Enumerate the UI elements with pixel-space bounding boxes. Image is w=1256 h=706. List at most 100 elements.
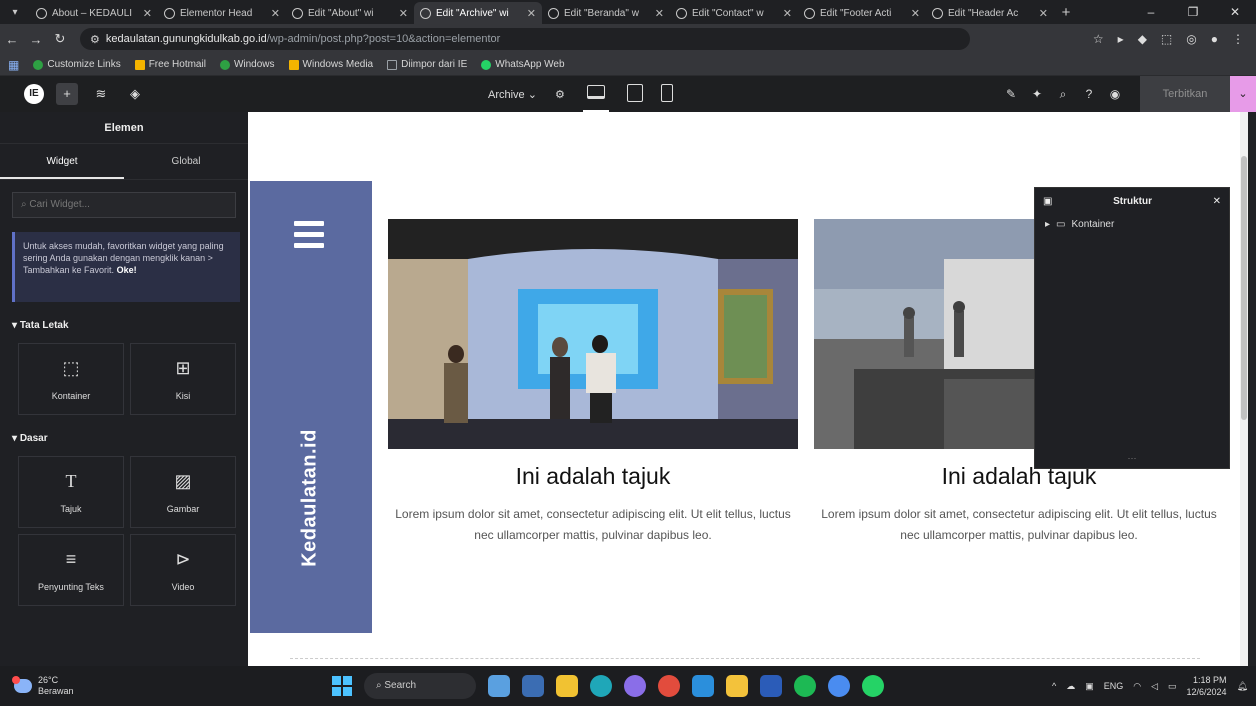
tablet-view-icon[interactable] (626, 83, 643, 105)
browser-tab[interactable]: Edit "About" wi ✕ (286, 2, 414, 24)
close-icon[interactable]: ✕ (1213, 196, 1221, 207)
clock[interactable]: 1:18 PM 12/6/2024 (1187, 674, 1227, 698)
desktop-view-icon[interactable] (582, 77, 609, 112)
close-tab-icon[interactable]: ✕ (783, 7, 792, 20)
bookmark-folder[interactable]: Diimpor dari IE (387, 59, 467, 70)
apps-grid-icon[interactable]: ▦ (8, 58, 19, 72)
bookmark-item[interactable]: WhatsApp Web (481, 59, 565, 70)
play-icon[interactable]: ▸ (1118, 32, 1124, 46)
chrome-alt-icon[interactable] (828, 675, 850, 697)
new-tab-button[interactable]: + (1054, 4, 1078, 21)
widget-grid[interactable]: ⊞ Kisi (130, 343, 236, 415)
bookmark-item[interactable]: Customize Links (33, 59, 121, 70)
volume-icon[interactable]: ◁ (1151, 681, 1158, 692)
publish-options-button[interactable]: ⌄ (1230, 76, 1256, 112)
page-settings-icon[interactable]: ⚙ (555, 88, 565, 101)
tray-app-icon[interactable]: ▣ (1085, 681, 1094, 692)
hamburger-menu-icon[interactable] (294, 221, 324, 254)
resize-grip-icon[interactable]: ⋯ (1035, 453, 1229, 464)
profile-avatar-icon[interactable]: ● (1211, 32, 1218, 46)
structure-toggle-icon[interactable]: ◈ (124, 83, 146, 105)
edge-icon[interactable] (590, 675, 612, 697)
close-tab-icon[interactable]: ✕ (399, 7, 408, 20)
chrome-icon[interactable] (658, 675, 680, 697)
wifi-icon[interactable]: ◠ (1133, 681, 1141, 692)
close-tab-icon[interactable]: ✕ (143, 7, 152, 20)
section-layout-header[interactable]: ▾ Tata Letak (12, 320, 248, 331)
browser-tab[interactable]: Edit "Beranda" w ✕ (542, 2, 670, 24)
add-section-dropzone[interactable] (290, 658, 1200, 666)
browser-tab[interactable]: Edit "Footer Acti ✕ (798, 2, 926, 24)
structure-header[interactable]: ▣ Struktur ✕ (1035, 188, 1229, 214)
widget-video[interactable]: ⊳ Video (130, 534, 236, 606)
publish-button[interactable]: Terbitkan (1140, 76, 1230, 112)
add-element-button[interactable]: + (56, 83, 78, 105)
post-card[interactable]: Ini adalah tajuk Lorem ipsum dolor sit a… (388, 219, 798, 546)
close-tab-icon[interactable]: ✕ (911, 7, 920, 20)
language-indicator[interactable]: ENG (1104, 681, 1124, 691)
tab-global[interactable]: Global (124, 144, 248, 179)
post-featured-image[interactable] (388, 219, 798, 449)
cloud-icon[interactable]: ☁ (1066, 681, 1075, 692)
help-icon[interactable]: ? (1076, 87, 1102, 101)
widget-image[interactable]: ▨ Gambar (130, 456, 236, 528)
close-tab-icon[interactable]: ✕ (655, 7, 664, 20)
widget-container[interactable]: ⬚ Kontainer (18, 343, 124, 415)
close-tab-icon[interactable]: ✕ (527, 7, 536, 20)
file-explorer-icon[interactable] (556, 675, 578, 697)
browser-tab[interactable]: About – KEDAULI ✕ (30, 2, 158, 24)
notes-app-icon[interactable] (726, 675, 748, 697)
widgets-icon[interactable] (522, 675, 544, 697)
caret-right-icon[interactable]: ▸ (1045, 219, 1050, 230)
word-icon[interactable] (760, 675, 782, 697)
section-basic-header[interactable]: ▾ Dasar (12, 433, 248, 444)
paint-icon[interactable]: ✎ (998, 87, 1024, 101)
notification-bell-icon[interactable]: 🔔︎ (1237, 681, 1248, 692)
site-settings-icon[interactable]: ≋ (90, 83, 112, 105)
browser-tab[interactable]: Edit "Header Ac ✕ (926, 2, 1054, 24)
search-icon[interactable]: ⌕ (1050, 87, 1076, 102)
minimize-icon[interactable]: – (1130, 0, 1172, 24)
elementor-logo-icon[interactable]: IE (24, 84, 44, 104)
browser-tab-active[interactable]: Edit "Archive" wi ✕ (414, 2, 542, 24)
bookmark-star-icon[interactable]: ☆ (1093, 32, 1104, 46)
template-selector[interactable]: Archive ⌄ (488, 88, 537, 101)
post-heading[interactable]: Ini adalah tajuk (388, 463, 798, 490)
tray-chevron-icon[interactable]: ^ (1052, 681, 1056, 691)
extension-icon[interactable]: ◆ (1138, 32, 1147, 46)
copilot-icon[interactable] (624, 675, 646, 697)
spotify-icon[interactable] (794, 675, 816, 697)
browser-tab[interactable]: Elementor Head ✕ (158, 2, 286, 24)
tab-search-icon[interactable]: ▾ (0, 0, 30, 24)
notes-icon[interactable]: ✦ (1024, 87, 1050, 101)
close-tab-icon[interactable]: ✕ (1039, 7, 1048, 20)
widget-heading[interactable]: T Tajuk (18, 456, 124, 528)
weather-widget[interactable]: 26°C Berawan (12, 675, 74, 697)
preview-eye-icon[interactable]: ◉ (1102, 87, 1128, 101)
bookmark-item[interactable]: Windows (219, 59, 275, 70)
close-window-icon[interactable]: ✕ (1214, 0, 1256, 24)
reload-icon[interactable]: ↻ (48, 31, 72, 47)
start-button[interactable] (332, 676, 352, 696)
browser-tab[interactable]: Edit "Contact" w ✕ (670, 2, 798, 24)
puzzle-icon[interactable]: ⬚ (1161, 32, 1172, 46)
widget-text-editor[interactable]: ≡ Penyunting Teks (18, 534, 124, 606)
shield-icon[interactable]: ◎ (1186, 32, 1196, 46)
bookmark-item[interactable]: Free Hotmail (134, 59, 206, 70)
close-tab-icon[interactable]: ✕ (271, 7, 280, 20)
notice-ok-link[interactable]: Oke! (117, 265, 137, 275)
site-info-icon[interactable]: ⚙ (90, 33, 100, 46)
whatsapp-icon[interactable] (862, 675, 884, 697)
post-excerpt[interactable]: Lorem ipsum dolor sit amet, consectetur … (814, 504, 1224, 546)
forward-icon[interactable]: → (24, 32, 48, 47)
structure-item[interactable]: ▸ ▭ Kontainer (1035, 214, 1229, 234)
menu-kebab-icon[interactable]: ⋮ (1232, 32, 1244, 46)
url-input[interactable]: ⚙ kedaulatan.gunungkidulkab.go.id/wp-adm… (80, 28, 970, 50)
scrollbar-thumb[interactable] (1241, 156, 1247, 420)
back-icon[interactable]: ← (0, 32, 24, 47)
widget-search-input[interactable]: ⌕ Cari Widget... (12, 192, 236, 218)
taskbar-search[interactable]: ⌕ Search (364, 673, 476, 699)
restore-icon[interactable]: ❐ (1172, 0, 1214, 24)
tab-widget[interactable]: Widget (0, 144, 124, 179)
mobile-view-icon[interactable] (660, 83, 673, 105)
